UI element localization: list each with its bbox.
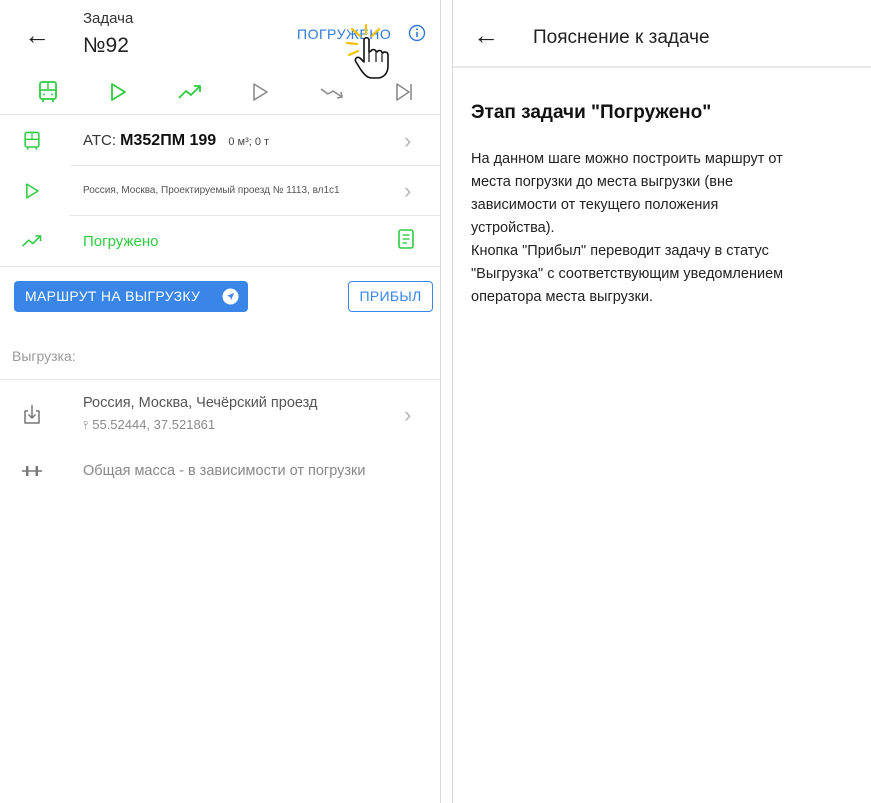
vehicle-plate: М352ПМ 199 xyxy=(120,132,217,149)
explanation-line: оператора места выгрузки. xyxy=(471,289,654,305)
unloading-section-label: Выгрузка: xyxy=(12,348,76,364)
weight-icon xyxy=(22,466,42,476)
origin-address: Россия, Москва, Проектируемый проезд № 1… xyxy=(83,185,340,196)
truck-icon[interactable] xyxy=(34,78,62,106)
vehicle-info: АТС: М352ПМ 199 0 м³; 0 т xyxy=(83,132,269,150)
status-row[interactable]: Погружено xyxy=(0,216,440,266)
trend-up-icon[interactable] xyxy=(176,78,204,106)
task-header: ← Задача №92 ПОГРУЖЕНО xyxy=(0,0,440,79)
skip-forward-icon[interactable] xyxy=(390,78,418,106)
explanation-line: устройства). xyxy=(471,220,555,236)
play-icon xyxy=(26,183,39,199)
trend-down-icon[interactable] xyxy=(318,78,346,106)
explanation-title: Пояснение к задаче xyxy=(533,27,710,48)
task-caption: Задача xyxy=(83,10,134,27)
unloading-coords: 55.52444, 37.521861 xyxy=(92,417,216,432)
divider xyxy=(0,266,440,267)
vehicle-capacity: 0 м³; 0 т xyxy=(228,136,270,148)
unloading-address-row[interactable]: Россия, Москва, Чечёрский проезд ⫯ 55.524… xyxy=(0,380,440,446)
route-to-unloading-button[interactable]: МАРШРУТ НА ВЫГРУЗКУ xyxy=(14,281,248,312)
vehicle-label: АТС: xyxy=(83,132,116,149)
location-pin-icon: ⫯ xyxy=(83,418,89,432)
back-arrow-icon[interactable]: ← xyxy=(473,22,499,48)
chevron-right-icon: › xyxy=(404,178,412,203)
explanation-line: "Выгрузка" с соответствующим уведомление… xyxy=(471,266,784,282)
explanation-line: зависимости от текущего положения xyxy=(471,197,719,213)
explanation-line: места погрузки до места выгрузки (вне xyxy=(471,174,734,190)
task-stepper xyxy=(0,72,440,112)
trend-up-icon xyxy=(22,235,42,247)
divider xyxy=(453,66,871,68)
status-label: Погружено xyxy=(83,233,159,250)
task-number: №92 xyxy=(83,34,129,57)
info-icon[interactable] xyxy=(408,24,426,42)
document-icon[interactable] xyxy=(396,228,416,250)
play-icon[interactable] xyxy=(246,78,274,106)
explanation-body: На данном шаге можно построить маршрут о… xyxy=(471,148,866,309)
chevron-right-icon: › xyxy=(404,128,412,153)
task-panel: ← Задача №92 ПОГРУЖЕНО АТС: М352ПМ 199 0… xyxy=(0,0,441,803)
explanation-line: Кнопка "Прибыл" переводит задачу в стату… xyxy=(471,243,769,259)
vehicle-row[interactable]: АТС: М352ПМ 199 0 м³; 0 т › xyxy=(0,115,440,165)
mass-row: Общая масса - в зависимости от погрузки xyxy=(0,456,440,486)
explanation-line: На данном шаге можно построить маршрут о… xyxy=(471,151,783,167)
explanation-panel: ← Пояснение к задаче Этап задачи "Погруж… xyxy=(452,0,871,803)
download-icon xyxy=(24,405,40,424)
back-arrow-icon[interactable]: ← xyxy=(24,22,50,48)
chevron-right-icon: › xyxy=(404,402,412,427)
truck-icon xyxy=(24,131,40,150)
origin-address-row[interactable]: Россия, Москва, Проектируемый проезд № 1… xyxy=(0,166,440,216)
explanation-heading: Этап задачи "Погружено" xyxy=(471,102,712,123)
route-button-label: МАРШРУТ НА ВЫГРУЗКУ xyxy=(25,288,201,304)
unloading-coords-line: ⫯ 55.52444, 37.521861 xyxy=(83,417,215,433)
play-icon[interactable] xyxy=(104,78,132,106)
arrived-button[interactable]: ПРИБЫЛ xyxy=(348,281,433,312)
mass-text: Общая масса - в зависимости от погрузки xyxy=(83,463,366,479)
unloading-address: Россия, Москва, Чечёрский проезд xyxy=(83,395,318,411)
navigation-icon xyxy=(222,288,239,305)
